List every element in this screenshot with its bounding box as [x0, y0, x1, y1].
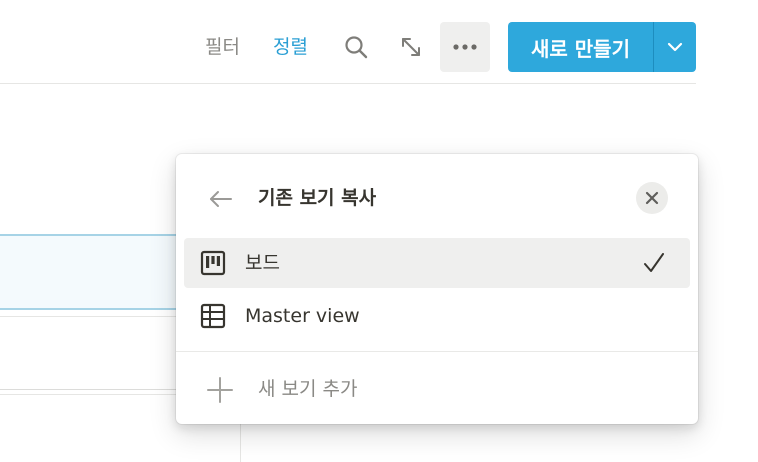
new-button-group: 새로 만들기	[508, 22, 696, 72]
more-icon	[453, 44, 477, 50]
search-icon	[345, 36, 368, 59]
close-button[interactable]	[636, 182, 668, 214]
checkmark-icon	[644, 253, 664, 272]
expand-icon	[402, 38, 420, 56]
arrow-left-icon	[210, 191, 232, 207]
view-option-master-view[interactable]: Master view	[184, 291, 690, 341]
view-option-label: 보드	[245, 252, 280, 274]
close-icon	[645, 191, 659, 205]
duplicate-view-popup: 기존 보기 복사 보드 Master view 새 보기 추가	[176, 154, 698, 424]
add-view-label: 새 보기 추가	[258, 378, 358, 400]
sort-button[interactable]: 정렬	[273, 32, 308, 62]
more-options-button[interactable]	[440, 22, 490, 72]
filter-button[interactable]: 필터	[205, 32, 240, 62]
back-button[interactable]	[206, 184, 236, 214]
board-icon	[200, 250, 226, 276]
popup-divider	[176, 351, 698, 352]
view-option-label: Master view	[245, 305, 360, 327]
toolbar-divider	[0, 83, 696, 84]
new-button[interactable]: 새로 만들기	[508, 22, 653, 72]
new-options-button[interactable]	[654, 22, 696, 72]
plus-icon	[207, 377, 233, 403]
table-icon	[200, 303, 226, 329]
popup-header: 기존 보기 복사	[176, 154, 698, 238]
view-option-board[interactable]: 보드	[184, 238, 690, 288]
view-toolbar: 필터 정렬 새로 만들기	[0, 22, 758, 72]
search-button[interactable]	[341, 32, 371, 62]
popup-title: 기존 보기 복사	[258, 187, 377, 209]
chevron-down-icon	[667, 42, 683, 52]
add-view-button[interactable]: 새 보기 추가	[184, 365, 690, 413]
expand-button[interactable]	[396, 32, 426, 62]
